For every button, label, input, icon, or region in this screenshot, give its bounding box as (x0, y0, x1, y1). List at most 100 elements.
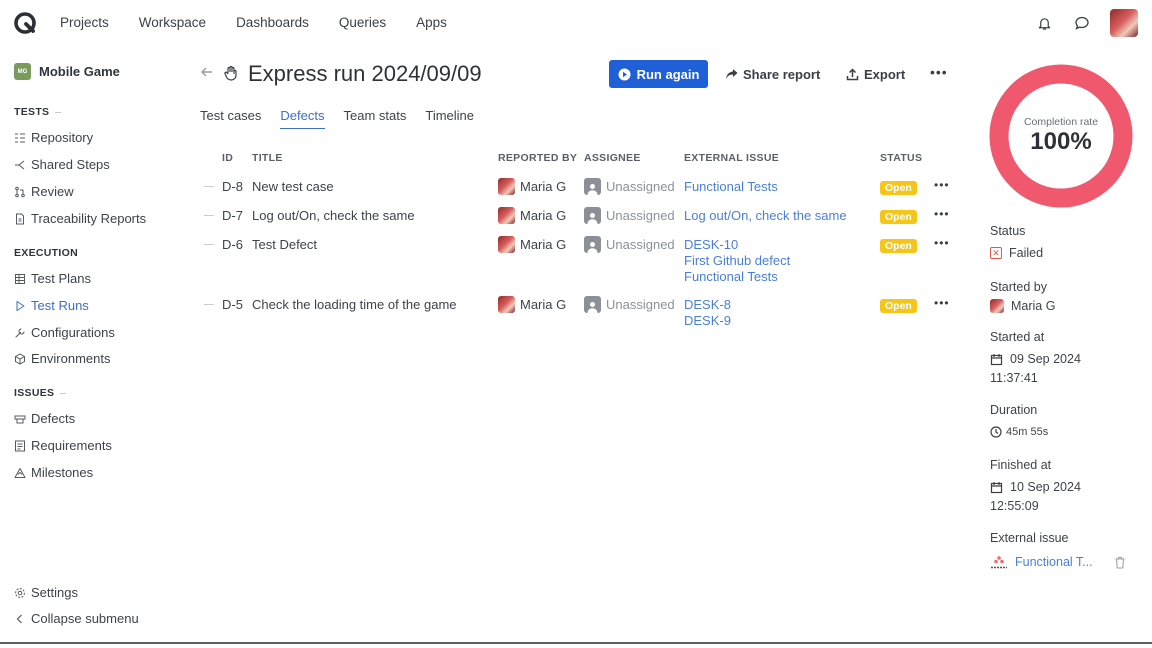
sidebar-item-label: Configurations (31, 325, 115, 340)
share-report-button[interactable]: Share report (725, 60, 820, 88)
external-issue-link[interactable]: Functional Tests (684, 179, 778, 195)
column-header-title[interactable]: TITLE (252, 152, 283, 164)
external-issue-link[interactable]: First Github defect (684, 253, 790, 269)
external-issue-link[interactable]: DESK-9 (684, 313, 731, 329)
row-more-icon[interactable]: ••• (934, 296, 950, 310)
row-more-icon[interactable]: ••• (934, 207, 950, 221)
section-tests-label: TESTS (14, 106, 50, 118)
defect-title[interactable]: New test case (252, 179, 334, 194)
tab-bar: Test cases Defects Team stats Timeline (200, 108, 493, 129)
pull-request-icon (14, 186, 26, 198)
tab-defects[interactable]: Defects (280, 108, 325, 129)
project-selector[interactable]: MG Mobile Game (14, 63, 120, 80)
section-issues[interactable]: ISSUES (14, 387, 67, 399)
sidebar-item-milestones[interactable]: Milestones (14, 465, 93, 480)
external-issues: DESK-8 DESK-9 (684, 297, 731, 329)
section-execution[interactable]: EXECUTION (14, 247, 78, 259)
collapse-label: Collapse submenu (31, 611, 139, 626)
defect-id: D-5 (222, 297, 243, 312)
sidebar-item-label: Traceability Reports (31, 211, 147, 226)
sidebar-item-environments[interactable]: Environments (14, 351, 110, 366)
sidebar-item-label: Shared Steps (31, 157, 110, 172)
assignee[interactable]: Unassigned (584, 207, 675, 224)
column-header-external-issue[interactable]: EXTERNAL ISSUE (684, 152, 779, 164)
section-tests[interactable]: TESTS (14, 106, 62, 118)
sidebar: MG Mobile Game TESTS Repository Shared S… (0, 46, 170, 642)
reporter: Maria G (498, 296, 566, 313)
app-logo-icon[interactable] (14, 12, 36, 34)
tab-timeline[interactable]: Timeline (425, 108, 474, 129)
run-again-button[interactable]: Run again (609, 60, 708, 88)
top-actions (1034, 9, 1138, 37)
defect-title[interactable]: Test Defect (252, 237, 317, 252)
nav-queries[interactable]: Queries (339, 15, 386, 30)
chevron-left-icon (14, 613, 26, 625)
assignee[interactable]: Unassigned (584, 178, 675, 195)
defect-title[interactable]: Check the loading time of the game (252, 297, 457, 312)
sidebar-item-defects[interactable]: Defects (14, 411, 75, 426)
list-tree-icon (14, 132, 26, 144)
assignee-name: Unassigned (606, 297, 675, 312)
column-header-id[interactable]: ID (222, 152, 233, 164)
duration-label: Duration (990, 403, 1038, 417)
external-issue-link[interactable]: Functional Tests (684, 269, 790, 285)
export-button[interactable]: Export (846, 60, 905, 88)
top-bar: Projects Workspace Dashboards Queries Ap… (0, 0, 1152, 46)
sidebar-item-configurations[interactable]: Configurations (14, 325, 115, 340)
external-issue-link[interactable]: Log out/On, check the same (684, 208, 847, 224)
external-issue-link[interactable]: DESK-8 (684, 297, 731, 313)
tab-team-stats[interactable]: Team stats (344, 108, 407, 129)
nav-projects[interactable]: Projects (60, 15, 109, 30)
sidebar-item-label: Test Plans (31, 271, 91, 286)
external-issue-link[interactable]: DESK-10 (684, 237, 790, 253)
row-more-icon[interactable]: ••• (934, 236, 950, 250)
external-issues: DESK-10 First Github defect Functional T… (684, 237, 790, 285)
assignee[interactable]: Unassigned (584, 296, 675, 313)
sidebar-collapse[interactable]: Collapse submenu (14, 611, 139, 626)
user-avatar[interactable] (1110, 9, 1138, 37)
sidebar-item-requirements[interactable]: Requirements (14, 438, 112, 453)
column-header-reported-by[interactable]: REPORTED BY (498, 152, 577, 164)
external-issues: Functional Tests (684, 179, 778, 195)
defect-title[interactable]: Log out/On, check the same (252, 208, 415, 223)
table-icon (14, 273, 26, 285)
sidebar-item-traceability[interactable]: Traceability Reports (14, 211, 146, 226)
back-arrow-icon[interactable] (200, 65, 214, 83)
sidebar-item-review[interactable]: Review (14, 184, 74, 199)
settings-label: Settings (31, 585, 78, 600)
nav-dashboards[interactable]: Dashboards (236, 15, 309, 30)
nav-workspace[interactable]: Workspace (139, 15, 206, 30)
calendar-icon (990, 353, 1003, 365)
status-badge: Open (880, 237, 917, 253)
wrench-icon (14, 327, 26, 339)
external-issue-link[interactable]: Functional T... (1015, 555, 1093, 569)
sidebar-item-label: Defects (31, 411, 76, 426)
started-by-value: Maria G (990, 299, 1055, 313)
sidebar-item-label: Test Runs (31, 298, 89, 313)
sidebar-item-test-runs[interactable]: Test Runs (14, 298, 89, 313)
column-header-assignee[interactable]: ASSIGNEE (584, 152, 641, 164)
started-at-label: Started at (990, 330, 1045, 344)
external-issue-label: External issue (990, 531, 1069, 545)
more-actions-icon[interactable]: ••• (930, 64, 948, 80)
page-title: Express run 2024/09/09 (248, 61, 482, 86)
user-placeholder-icon (584, 178, 601, 195)
reporter-name: Maria G (520, 297, 567, 312)
assignee[interactable]: Unassigned (584, 236, 675, 253)
section-issues-label: ISSUES (14, 387, 55, 399)
tab-test-cases[interactable]: Test cases (200, 108, 261, 129)
trash-icon[interactable] (1114, 556, 1126, 569)
column-header-status[interactable]: STATUS (880, 152, 922, 164)
chat-icon[interactable] (1072, 13, 1092, 33)
sidebar-item-repository[interactable]: Repository (14, 130, 93, 145)
status-badge-label: Open (880, 299, 917, 313)
row-more-icon[interactable]: ••• (934, 178, 950, 192)
nav-apps[interactable]: Apps (416, 15, 447, 30)
project-badge: MG (14, 63, 31, 80)
bell-icon[interactable] (1034, 13, 1054, 33)
sidebar-item-shared-steps[interactable]: Shared Steps (14, 157, 110, 172)
sidebar-item-label: Milestones (31, 465, 94, 480)
sidebar-item-test-plans[interactable]: Test Plans (14, 271, 91, 286)
sidebar-item-label: Review (31, 184, 74, 199)
sidebar-settings[interactable]: Settings (14, 585, 78, 600)
